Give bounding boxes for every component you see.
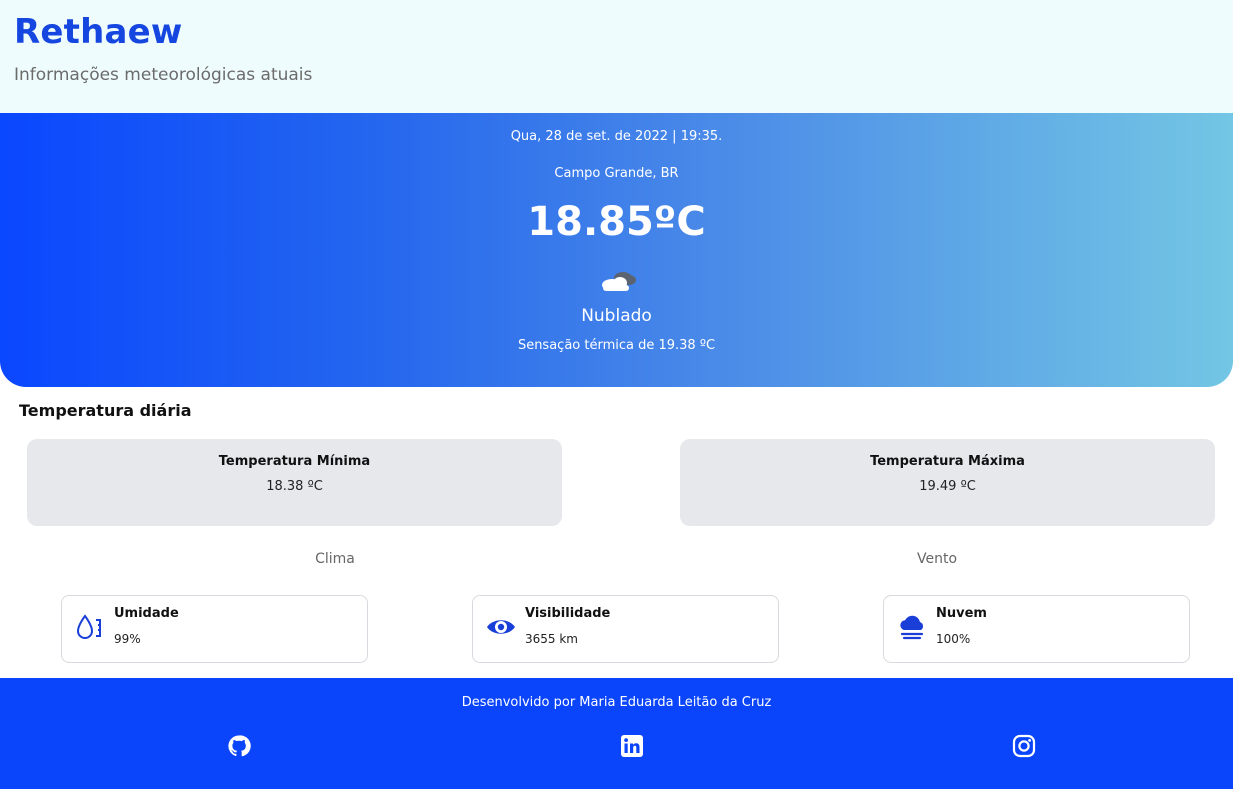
current-temperature: 18.85ºC	[527, 199, 706, 245]
current-condition: Nublado	[581, 306, 652, 326]
current-datetime: Qua, 28 de set. de 2022 | 19:35.	[510, 129, 723, 144]
cloud-value: 100%	[936, 632, 971, 646]
footer: Desenvolvido por Maria Eduarda Leitão da…	[0, 678, 1233, 789]
max-temperature-value: 19.49 ºC	[919, 479, 976, 494]
visibility-value: 3655 km	[525, 632, 578, 646]
app-title: Rethaew	[14, 12, 183, 52]
current-weather-panel: Qua, 28 de set. de 2022 | 19:35. Campo G…	[0, 113, 1233, 387]
max-temperature-card: Temperatura Máxima 19.49 ºC	[680, 439, 1215, 526]
visibility-label: Visibilidade	[525, 606, 611, 621]
app-subtitle: Informações meteorológicas atuais	[14, 65, 313, 85]
linkedin-icon[interactable]	[620, 734, 644, 758]
min-temperature-card: Temperatura Mínima 18.38 ºC	[27, 439, 562, 526]
current-location: Campo Grande, BR	[554, 166, 679, 181]
instagram-icon[interactable]	[1012, 734, 1036, 758]
feels-like: Sensação térmica de 19.38 ºC	[517, 338, 716, 353]
humidity-icon	[76, 614, 101, 639]
github-icon[interactable]	[227, 734, 251, 758]
cloudy-icon	[602, 272, 636, 291]
humidity-card: Umidade 99%	[61, 595, 368, 663]
footer-credit: Desenvolvido por Maria Eduarda Leitão da…	[461, 695, 772, 710]
humidity-value: 99%	[114, 632, 141, 646]
weather-category-label: Clima	[315, 551, 355, 567]
humidity-label: Umidade	[114, 606, 179, 621]
min-temperature-value: 18.38 ºC	[266, 479, 323, 494]
wind-category-label: Vento	[916, 551, 958, 567]
cloud-label: Nuvem	[936, 606, 987, 621]
eye-icon	[487, 620, 515, 634]
cloud-card: Nuvem 100%	[883, 595, 1190, 663]
min-temperature-label: Temperatura Mínima	[218, 454, 371, 469]
cloud-fog-icon	[900, 615, 924, 640]
visibility-card: Visibilidade 3655 km	[472, 595, 779, 663]
app-header: Rethaew Informações meteorológicas atuai…	[0, 0, 1233, 113]
max-temperature-label: Temperatura Máxima	[870, 454, 1025, 469]
daily-temperature-title: Temperatura diária	[19, 401, 192, 420]
